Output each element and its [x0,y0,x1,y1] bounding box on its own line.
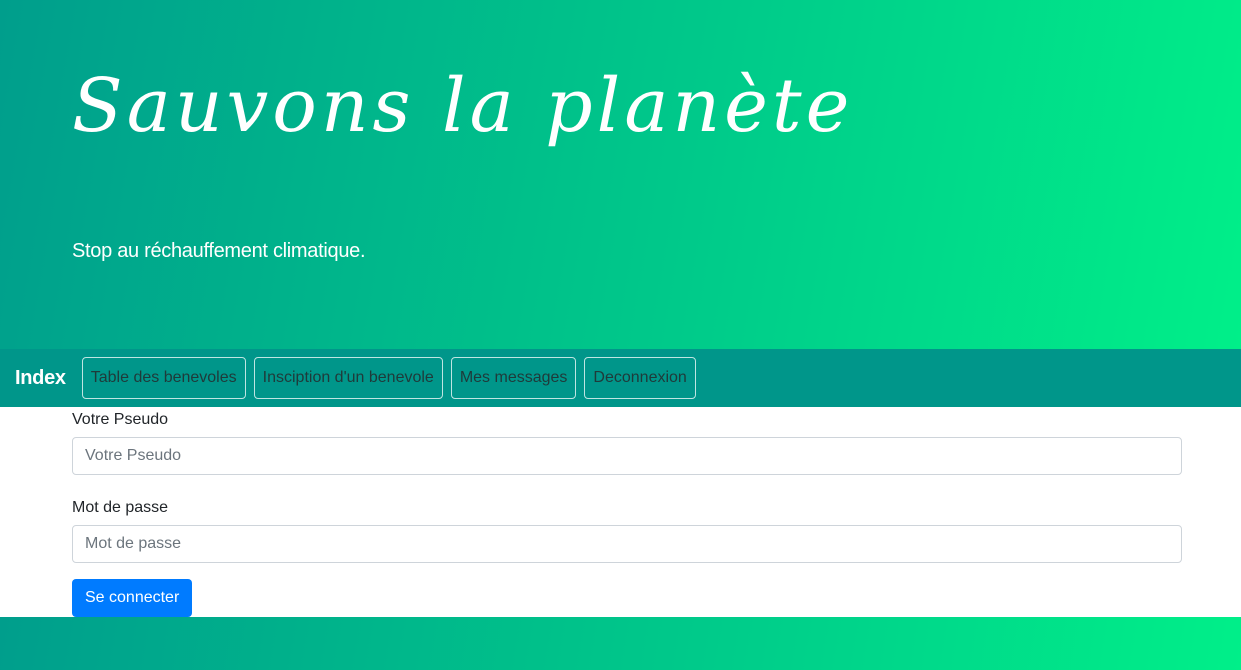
login-submit-button[interactable]: Se connecter [72,579,193,617]
login-form: Votre Pseudo Mot de passe Se connecter [72,407,1182,617]
hero-subtitle: Stop au réchauffement climatique. [72,240,366,262]
password-input[interactable] [72,525,1182,563]
navbar-brand-index-link[interactable]: Index [15,367,66,390]
nav-button-deconnexion[interactable]: Deconnexion [584,357,696,399]
nav-button-inscription-benevole[interactable]: Insciption d'un benevole [253,357,443,399]
navbar: Index Table des benevoles Insciption d'u… [0,349,1241,407]
pseudo-input[interactable] [72,437,1182,475]
password-label: Mot de passe [72,499,169,516]
pseudo-label: Votre Pseudo [72,411,169,428]
footer-banner [0,617,1241,670]
hero-banner: Sauvons la planète Stop au réchauffement… [0,0,1241,349]
nav-button-table-des-benevoles[interactable]: Table des benevoles [81,357,246,399]
hero-title: Sauvons la planète [72,63,854,149]
nav-button-mes-messages[interactable]: Mes messages [450,357,577,399]
